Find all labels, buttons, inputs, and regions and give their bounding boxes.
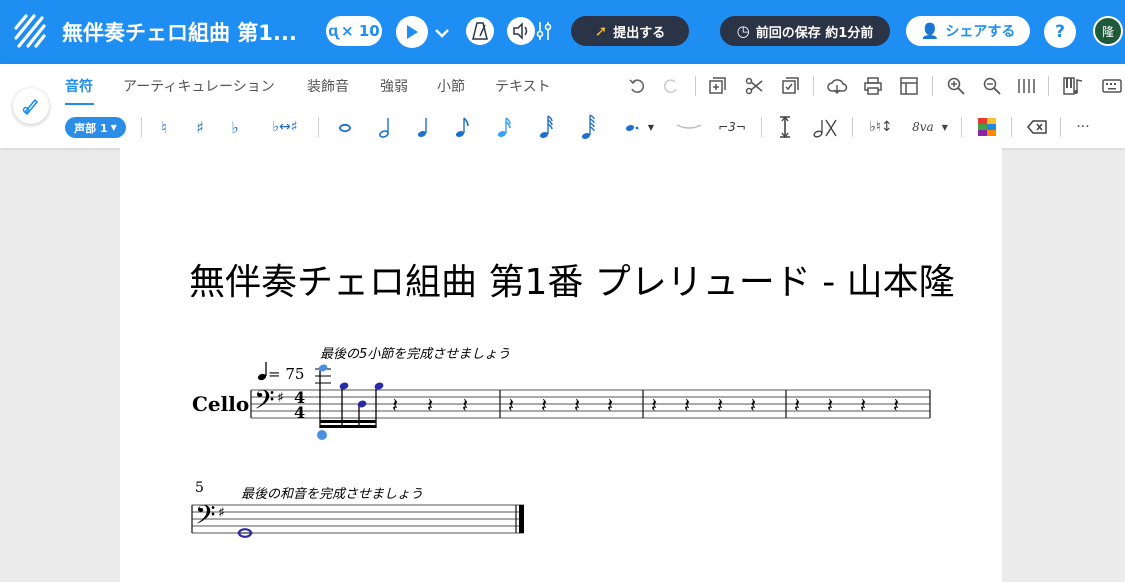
key-signature-sharp-icon: ♯	[218, 505, 225, 521]
svg-text:𝄽: 𝄽	[684, 393, 690, 417]
whole-note	[237, 528, 253, 538]
svg-text:𝄽: 𝄽	[392, 393, 398, 417]
time-signature: 4 4	[294, 388, 305, 422]
svg-text:𝄽: 𝄽	[427, 393, 433, 417]
selection-handle	[317, 430, 327, 440]
svg-text:𝄽: 𝄽	[651, 393, 657, 417]
tempo-note-icon	[257, 362, 267, 381]
bass-clef-icon: 𝄢	[254, 384, 275, 422]
key-signature-sharp-icon: ♯	[277, 390, 284, 406]
svg-text:𝄢: 𝄢	[254, 384, 275, 422]
svg-text:𝄽: 𝄽	[794, 393, 800, 417]
svg-text:𝄽: 𝄽	[607, 393, 613, 417]
final-barline	[519, 505, 524, 533]
sixteenth-note-group	[315, 364, 384, 440]
svg-text:𝄽: 𝄽	[860, 393, 866, 417]
svg-text:𝄽: 𝄽	[508, 393, 514, 417]
pen-icon	[22, 98, 39, 116]
score-notation[interactable]: 𝄢 ♯ 4 4 𝄽𝄽𝄽 𝄽𝄽�	[0, 0, 1125, 582]
svg-text:𝄽: 𝄽	[462, 393, 468, 417]
svg-text:𝄽: 𝄽	[541, 393, 547, 417]
bass-clef-icon: 𝄢	[195, 499, 216, 537]
svg-text:𝄽: 𝄽	[574, 393, 580, 417]
pen-input-button[interactable]	[13, 88, 49, 124]
svg-text:𝄽: 𝄽	[750, 393, 756, 417]
svg-text:𝄽: 𝄽	[827, 393, 833, 417]
svg-text:𝄽: 𝄽	[893, 393, 899, 417]
svg-text:𝄽: 𝄽	[717, 393, 723, 417]
svg-text:4: 4	[294, 403, 305, 422]
